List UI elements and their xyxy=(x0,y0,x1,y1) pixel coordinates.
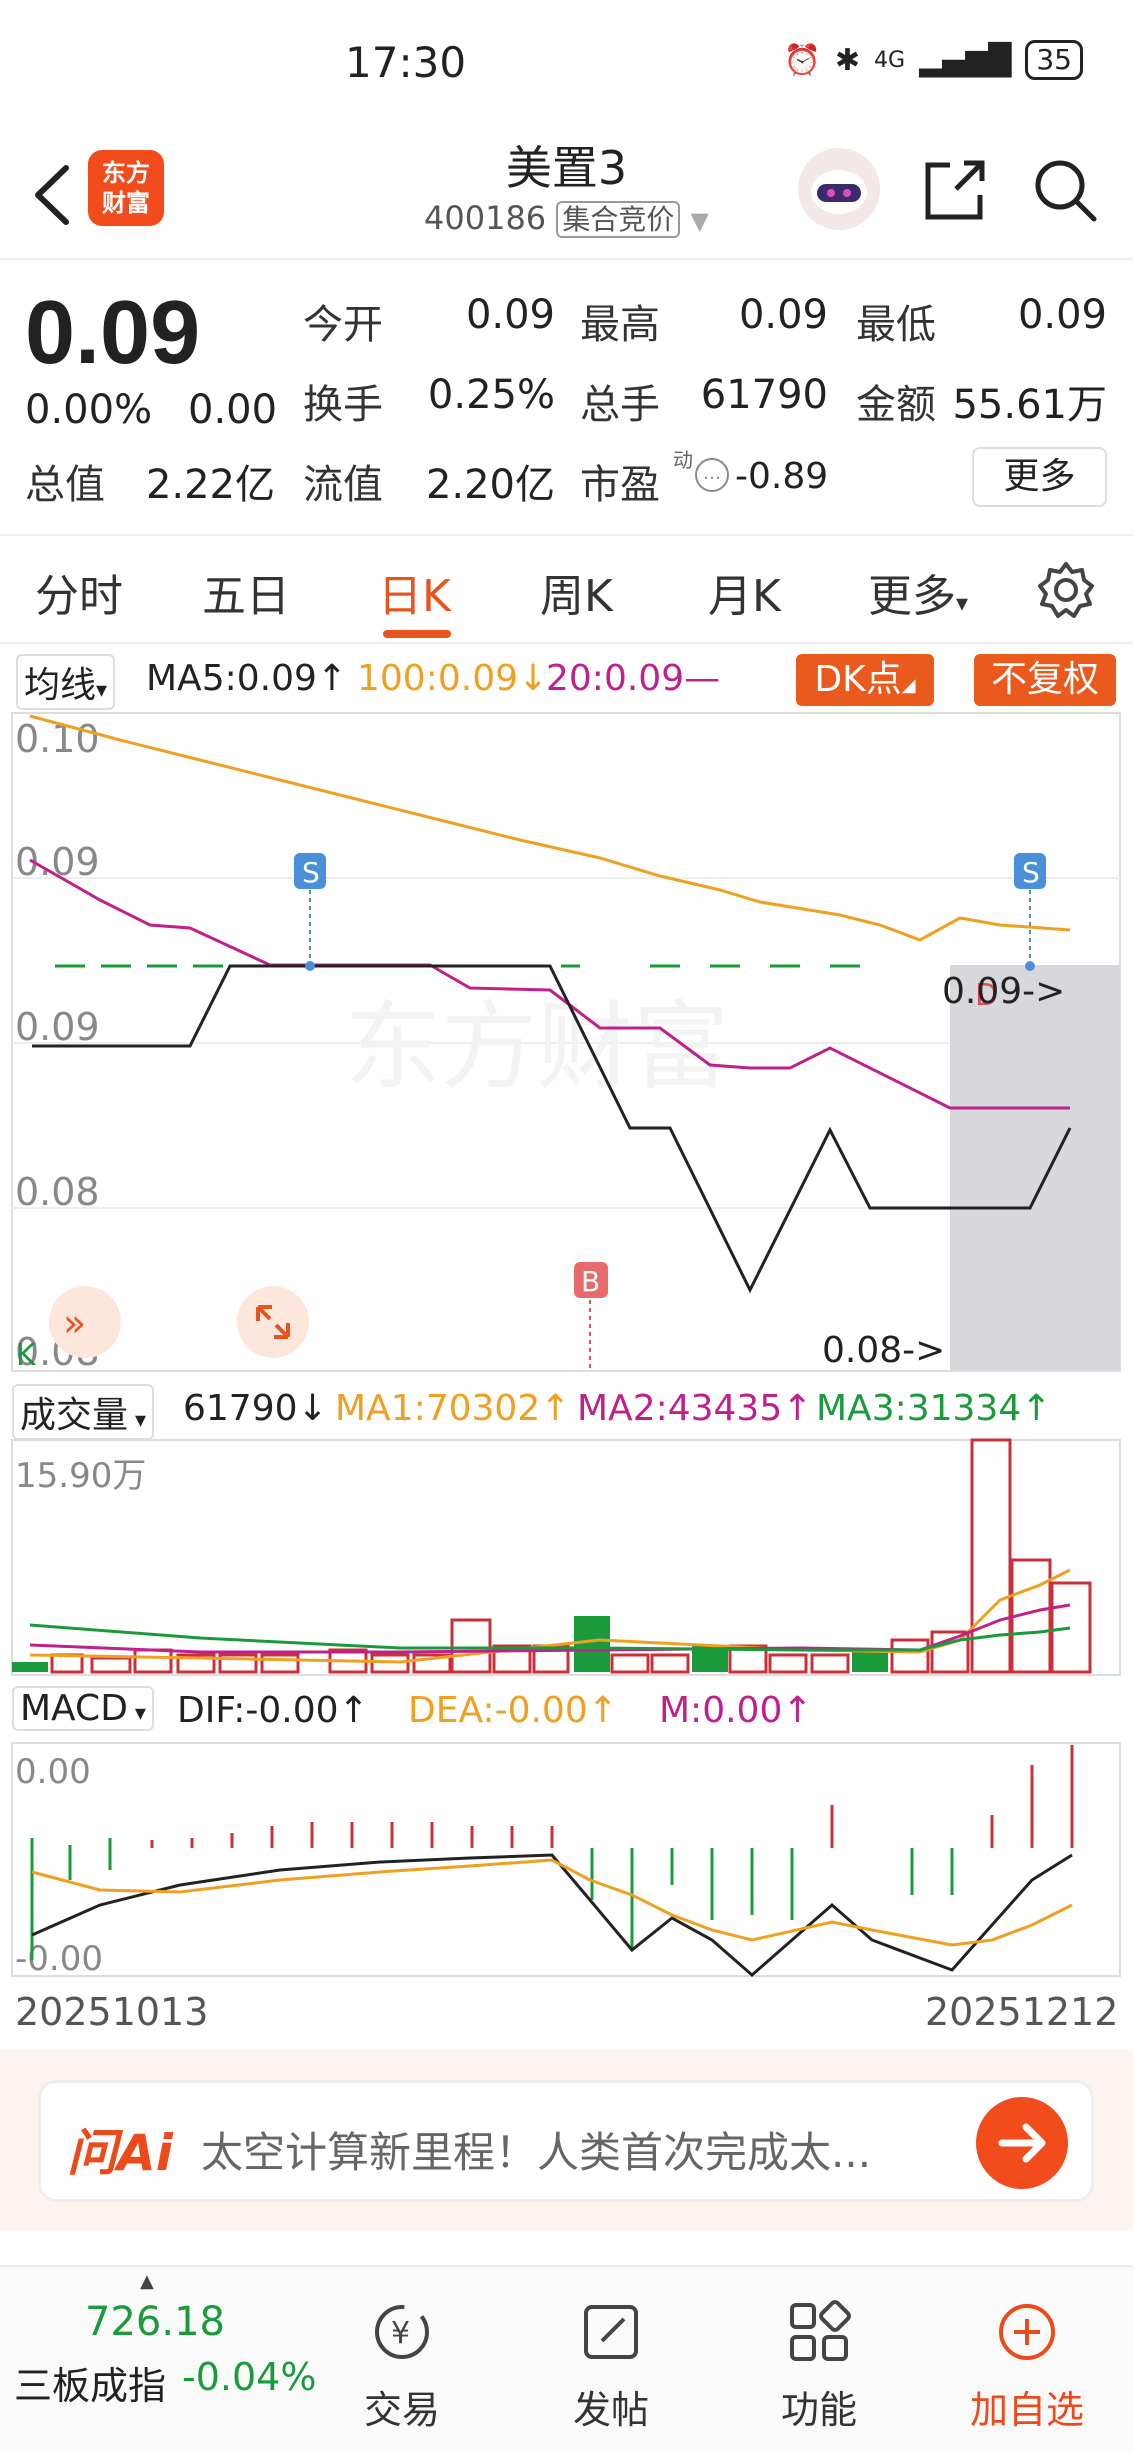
nav-functions-label: 功能 xyxy=(780,2388,857,2432)
nav-add-watchlist[interactable]: 加自选 xyxy=(962,2297,1092,2434)
y-label-2: 0.09 xyxy=(15,840,100,884)
volume-ma2: MA2:43435↑ xyxy=(577,1388,813,1429)
watermark: 东方财富 xyxy=(345,991,729,1103)
svg-text:¥: ¥ xyxy=(391,2316,410,2351)
grid-icon xyxy=(790,2300,851,2361)
caret-up-icon: ▲ xyxy=(140,2271,154,2292)
nav-add-label: 加自选 xyxy=(969,2388,1084,2432)
macd-dif: DIF:-0.00↑ xyxy=(177,1690,369,1731)
sell-signal-label-2: S xyxy=(1022,856,1040,889)
end-date: 20251212 xyxy=(925,1990,1118,2034)
caret-down-icon: ▾ xyxy=(127,1701,146,1726)
nav-post[interactable]: 发帖 xyxy=(546,2297,676,2434)
macd-dea: DEA:-0.00↑ xyxy=(408,1690,618,1731)
arrow-right-icon xyxy=(998,2123,1046,2163)
annotation-low: 0.08-> xyxy=(822,1330,945,1371)
y-label-3: 0.09 xyxy=(15,1005,100,1049)
ai-prompt-text: 太空计算新里程！人类首次完成太... xyxy=(201,2128,872,2177)
current-range-shade xyxy=(950,965,1120,1370)
volume-indicator-row: 成交量 ▾ 61790↓ MA1:70302↑ MA2:43435↑ MA3:3… xyxy=(0,1380,1133,1440)
sell-signal-label: S xyxy=(302,856,320,889)
nav-trade-label: 交易 xyxy=(363,2388,440,2432)
macd-selector-label: MACD xyxy=(20,1688,128,1729)
ai-assistant-section: 问Ai 太空计算新里程！人类首次完成太... xyxy=(0,2050,1133,2230)
k-signal-label: K xyxy=(16,1338,37,1373)
volume-selector-label: 成交量 xyxy=(20,1395,129,1436)
macd-indicator-row: MACD ▾ DIF:-0.00↑ DEA:-0.00↑ M:0.00↑ xyxy=(0,1682,1133,1742)
caret-down-icon: ▾ xyxy=(128,1408,147,1433)
volume-ma3: MA3:31334↑ xyxy=(816,1388,1052,1429)
macd-m: M:0.00↑ xyxy=(659,1690,813,1731)
index-name[interactable]: 三板成指 xyxy=(14,2355,166,2410)
macd-y-top: 0.00 xyxy=(15,1752,91,1792)
edit-icon xyxy=(584,2305,638,2359)
ai-logo: 问Ai xyxy=(67,2124,173,2182)
volume-selector[interactable]: 成交量 ▾ xyxy=(12,1384,155,1440)
volume-value: 61790↓ xyxy=(183,1388,328,1429)
nav-trade[interactable]: ¥ 交易 xyxy=(337,2297,467,2434)
double-chevron-right-icon: » xyxy=(63,1301,86,1345)
start-date: 20251013 xyxy=(15,1990,208,2034)
index-value[interactable]: 726.18 xyxy=(85,2299,225,2345)
volume-max-label: 15.90万 xyxy=(15,1456,146,1496)
annotation-high: 0.09-> xyxy=(942,971,1065,1012)
bottom-nav: ▲ 726.18 三板成指 -0.04% ¥ 交易 发帖 功能 加自选 xyxy=(0,2265,1133,2453)
nav-functions[interactable]: 功能 xyxy=(754,2297,884,2434)
macd-selector[interactable]: MACD ▾ xyxy=(12,1686,154,1731)
volume-ma1: MA1:70302↑ xyxy=(335,1388,571,1429)
y-label-4: 0.08 xyxy=(15,1170,100,1214)
fullscreen-button[interactable] xyxy=(237,1286,309,1358)
macd-y-bottom: -0.00 xyxy=(15,1939,103,1979)
buy-signal-label: B xyxy=(581,1265,600,1298)
macd-panel xyxy=(11,1742,1121,1977)
plus-circle-icon xyxy=(999,2304,1055,2360)
nav-post-label: 发帖 xyxy=(572,2388,649,2432)
index-change: -0.04% xyxy=(182,2355,317,2399)
stock-chart[interactable]: 东方财富 0.10 0.09 0.09 0.08 0.08 S S B D K … xyxy=(0,0,1133,2050)
ai-go-button[interactable] xyxy=(976,2097,1068,2189)
ai-assistant-bar[interactable]: 问Ai 太空计算新里程！人类首次完成太... xyxy=(38,2080,1094,2202)
yen-circle-icon: ¥ xyxy=(375,2305,429,2359)
